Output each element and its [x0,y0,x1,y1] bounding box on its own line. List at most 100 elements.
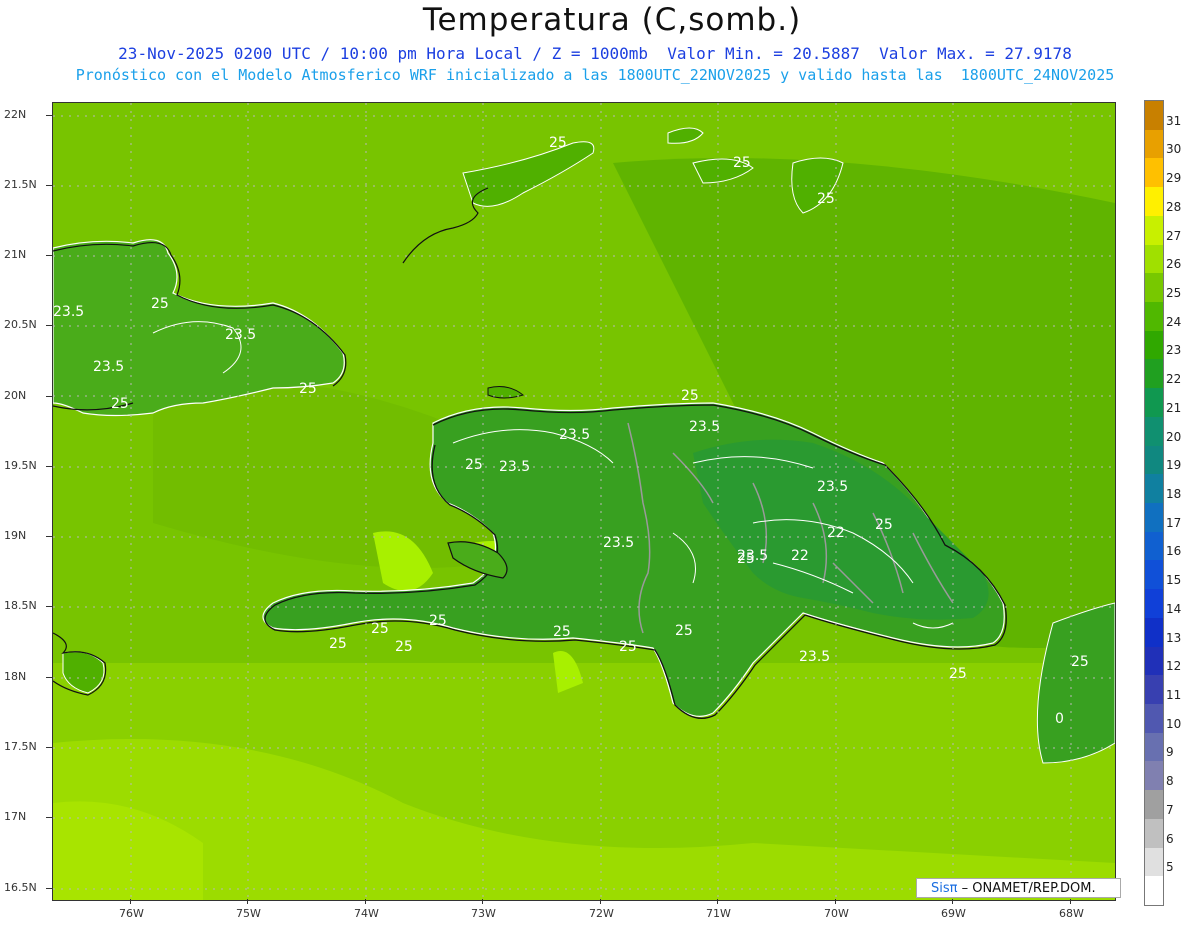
lon-tick [1070,899,1071,904]
contour-label: 23.5 [799,649,830,665]
lat-label: 19.5N [4,459,37,472]
color-scale-label: 10 [1166,716,1182,731]
contour-label: 25 [875,517,893,533]
lat-tick [46,817,52,818]
color-scale-segment [1145,187,1163,217]
map-svg: 25 25 25 25 25 23.5 25 25 23.5 23.5 25 2… [53,103,1115,900]
lon-label: 76W [119,907,144,920]
color-scale-segment [1145,876,1163,906]
color-scale-segment [1145,847,1163,877]
contour-label: 25 [817,191,835,207]
lon-label: 70W [824,907,849,920]
lat-label: 21.5N [4,178,37,191]
color-scale-segment [1145,790,1163,820]
lon-tick [717,899,718,904]
contour-label: 25 [329,636,347,652]
lat-label: 21N [4,248,27,261]
contour-label: 23.5 [559,427,590,443]
lat-tick [46,536,52,537]
lon-tick [835,899,836,904]
credit-box: Sisπ – ONAMET/REP.DOM. [916,878,1121,898]
lat-label: 18.5N [4,599,37,612]
color-scale-label: 19 [1166,458,1182,473]
contour-label: 25 [733,155,751,171]
contour-label: 22 [791,548,809,564]
contour-label: 23.5 [603,535,634,551]
color-scale-label: 28 [1166,199,1182,214]
sis-logo-text: Sisπ [931,881,958,896]
contour-label: 25 [949,666,967,682]
lon-label: 68W [1059,907,1084,920]
color-scale-label: 24 [1166,314,1182,329]
color-scale-label: 30 [1166,142,1182,157]
contour-label: 25 [675,623,693,639]
contour-label: 25 [395,639,413,655]
lon-label: 74W [354,907,379,920]
contour-label: 23.5 [93,359,124,375]
color-scale-segment [1145,761,1163,791]
contour-label: 25 [371,621,389,637]
contour-label: 25 [299,381,317,397]
color-scale-segment [1145,359,1163,389]
lon-tick [130,899,131,904]
lat-tick [46,396,52,397]
color-scale-segment [1145,445,1163,475]
lat-label: 16.5N [4,881,37,894]
color-scale-segment [1145,215,1163,246]
contour-label: 23.5 [499,459,530,475]
color-scale-segment [1145,302,1163,332]
color-scale-segment [1145,732,1163,762]
color-scale-label: 17 [1166,515,1182,530]
lat-tick [46,115,52,116]
contour-label: 23.5 [737,548,768,564]
contour-label: 22 [827,525,845,541]
lat-label: 20N [4,389,27,402]
color-scale-segment [1145,129,1163,159]
contour-label: 23.5 [689,419,720,435]
color-scale-label: 5 [1166,860,1174,875]
contour-label: 25 [549,135,567,151]
color-scale-label: 12 [1166,659,1182,674]
color-scale-label: 11 [1166,688,1182,702]
model-info-line: Pronóstico con el Modelo Atmosferico WRF… [75,66,1115,84]
lat-label: 19N [4,529,27,542]
contour-label: 0 [1055,711,1064,727]
color-scale-segment [1145,617,1163,648]
lat-tick [46,606,52,607]
color-scale-segment [1145,273,1163,303]
contour-label: 23.5 [817,479,848,495]
color-scale-segment [1145,101,1163,131]
color-scale [1144,100,1164,906]
contour-label: 25 [111,396,129,412]
contour-label: 25 [681,388,699,404]
color-scale-segment [1145,158,1163,188]
contour-label: 25 [465,457,483,473]
color-scale-label: 26 [1166,257,1182,272]
color-scale-label: 13 [1166,630,1182,645]
contour-label: 23.5 [53,304,84,320]
chart-title: Temperatura (C,somb.) [422,2,802,38]
lat-label: 17.5N [4,740,37,753]
color-scale-label: 7 [1166,802,1174,817]
lat-tick [46,325,52,326]
color-scale-segment [1145,560,1163,590]
contour-label: 25 [429,613,447,629]
color-scale-label: 15 [1166,573,1182,588]
lat-label: 17N [4,810,27,823]
contour-label: 25 [553,624,571,640]
color-scale-label: 16 [1166,544,1182,559]
color-scale-label: 23 [1166,343,1182,358]
contour-label: 25 [151,296,169,312]
color-scale-label: 27 [1166,228,1182,243]
contour-label: 23.5 [225,327,256,343]
lon-tick [247,899,248,904]
color-scale-label: 25 [1166,286,1182,300]
lon-label: 72W [589,907,614,920]
color-scale-label: 8 [1166,774,1174,789]
lat-tick [46,747,52,748]
color-scale-segment [1145,531,1163,561]
lat-label: 20.5N [4,318,37,331]
color-scale-segment [1145,646,1163,676]
lon-tick [365,899,366,904]
color-scale-label: 20 [1166,429,1182,444]
